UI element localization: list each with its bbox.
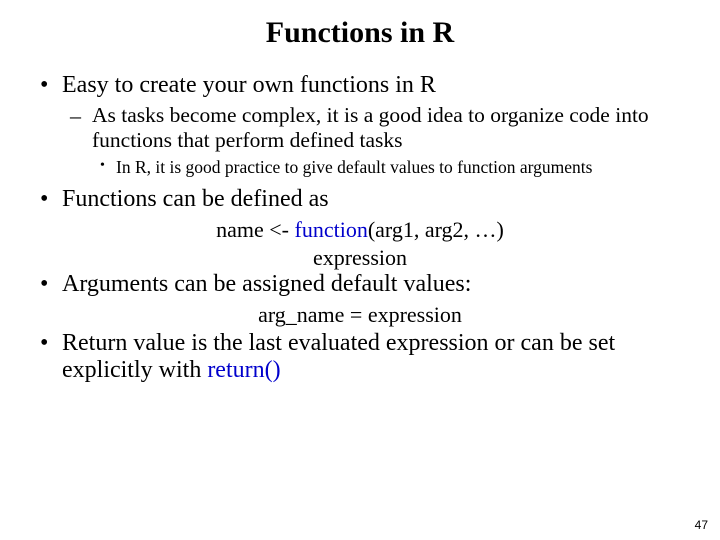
bullet-list: Easy to create your own functions in R A… bbox=[36, 72, 684, 384]
code-keyword-function: function bbox=[295, 217, 368, 242]
slide-title: Functions in R bbox=[36, 16, 684, 50]
bullet-4: Return value is the last evaluated expre… bbox=[36, 330, 684, 384]
code-line-1: name <- function(arg1, arg2, …) bbox=[36, 217, 684, 243]
bullet-2: Functions can be defined as bbox=[36, 186, 684, 213]
code-plain: name <- bbox=[216, 217, 294, 242]
code-line-2: expression bbox=[36, 245, 684, 271]
code-line-3: arg_name = expression bbox=[36, 302, 684, 328]
bullet-1-sub-1: As tasks become complex, it is a good id… bbox=[64, 103, 684, 153]
bullet-1-sub-1-sub-1: In R, it is good practice to give defaul… bbox=[94, 157, 684, 178]
code-plain: (arg1, arg2, …) bbox=[368, 217, 504, 242]
bullet-1: Easy to create your own functions in R bbox=[36, 72, 684, 99]
slide: Functions in R Easy to create your own f… bbox=[0, 0, 720, 540]
page-number: 47 bbox=[695, 518, 708, 532]
bullet-4-text: Return value is the last evaluated expre… bbox=[62, 330, 615, 383]
bullet-3: Arguments can be assigned default values… bbox=[36, 271, 684, 298]
code-keyword-return: return() bbox=[207, 357, 280, 383]
